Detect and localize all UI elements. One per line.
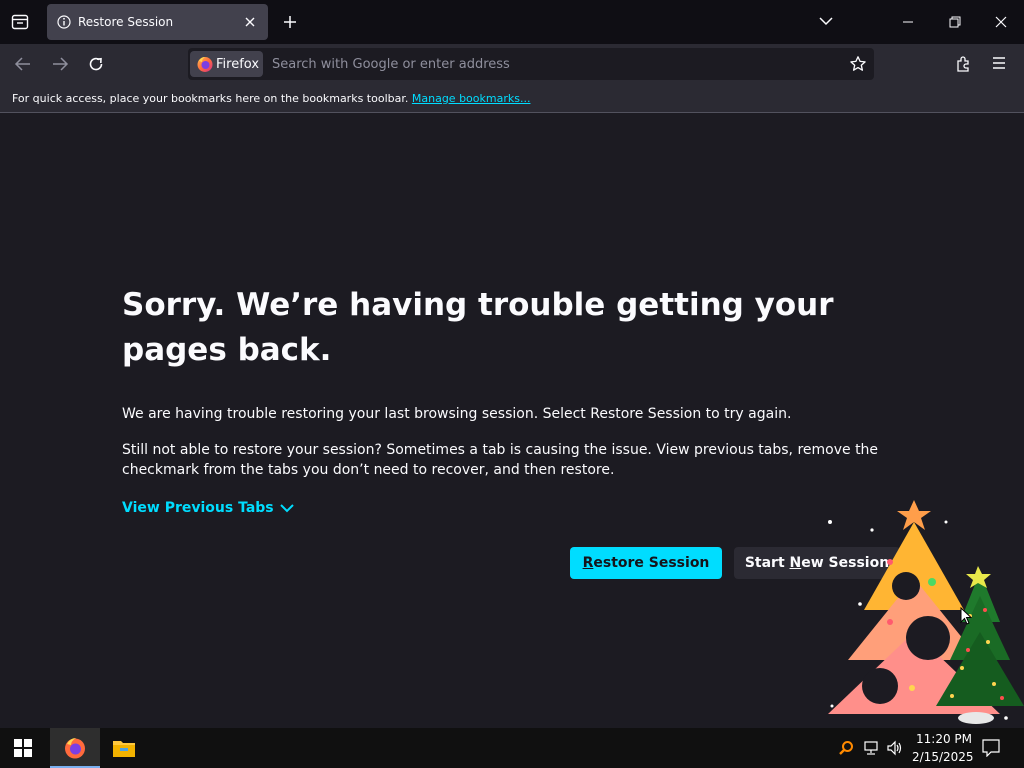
bookmarks-message: For quick access, place your bookmarks h… [12, 92, 530, 105]
reload-icon[interactable] [87, 55, 105, 73]
close-icon[interactable] [994, 15, 1008, 29]
volume-icon[interactable] [886, 740, 904, 756]
clock-time[interactable]: 11:20 PM [916, 732, 972, 746]
file-explorer-icon[interactable] [112, 737, 136, 759]
new-session-mnemonic: N [789, 555, 802, 571]
windows-start-icon[interactable] [14, 739, 32, 757]
restore-icon[interactable] [948, 15, 962, 29]
restore-label: estore Session [593, 555, 710, 571]
firefox-view-icon[interactable] [10, 12, 30, 32]
identity-box[interactable]: Firefox [190, 51, 263, 77]
menu-icon[interactable] [991, 56, 1007, 70]
extensions-icon[interactable] [955, 55, 973, 73]
view-previous-tabs-link[interactable]: View Previous Tabs [122, 500, 274, 516]
taskbar-firefox-button[interactable] [50, 728, 100, 768]
restore-mnemonic: R [582, 555, 594, 571]
forward-icon[interactable] [51, 56, 69, 72]
chevron-down-icon[interactable] [278, 501, 296, 515]
search-tray-icon[interactable] [838, 740, 854, 756]
firefox-logo-icon [196, 55, 214, 73]
new-session-label-start: Start [744, 555, 790, 571]
firefox-taskbar-icon [63, 736, 87, 760]
info-icon [57, 15, 71, 29]
restore-hint: Still not able to restore your session? … [122, 442, 879, 478]
bookmark-star-icon[interactable] [849, 55, 867, 73]
new-tab-icon[interactable] [282, 14, 298, 30]
christmas-tree-decoration [820, 492, 1024, 728]
restore-message: We are having trouble restoring your las… [122, 406, 792, 422]
clock-date[interactable]: 2/15/2025 [912, 750, 974, 764]
minimize-icon[interactable] [902, 20, 914, 24]
identity-label: Firefox [216, 57, 260, 72]
network-icon[interactable] [862, 740, 880, 756]
notifications-icon[interactable] [982, 739, 1000, 757]
page-title: Sorry. We’re having trouble getting your… [122, 287, 834, 368]
tab-title: Restore Session [78, 15, 174, 29]
url-placeholder: Search with Google or enter address [272, 57, 510, 72]
close-tab-icon[interactable] [244, 16, 256, 28]
list-all-tabs-icon[interactable] [818, 15, 834, 27]
mouse-cursor-icon [960, 607, 972, 625]
tab-restore-session[interactable]: Restore Session [47, 4, 268, 40]
bookmarks-toolbar: For quick access, place your bookmarks h… [0, 86, 1024, 113]
back-icon[interactable] [14, 56, 32, 72]
restore-session-button[interactable]: Restore Session [570, 547, 722, 579]
bookmarks-message-text: For quick access, place your bookmarks h… [12, 92, 409, 105]
manage-bookmarks-link[interactable]: Manage bookmarks... [412, 92, 531, 105]
